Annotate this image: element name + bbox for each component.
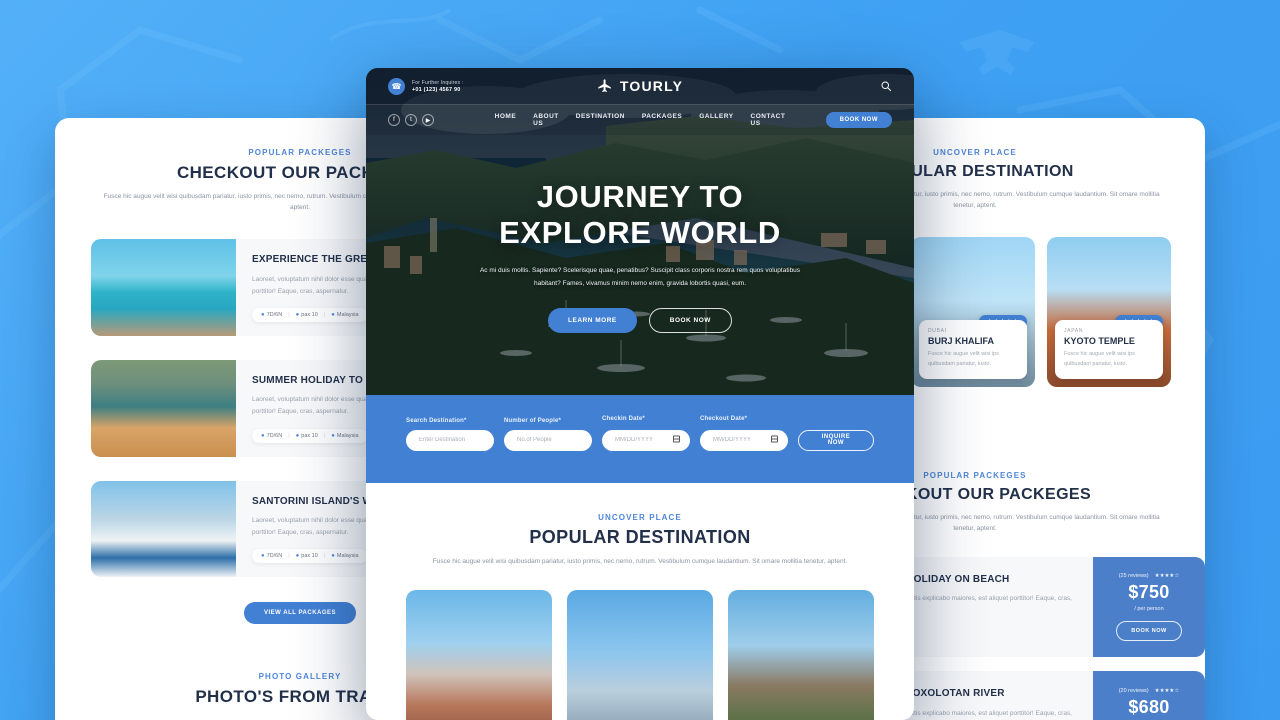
package-duration: 7D/6N (266, 432, 283, 439)
search-destination-field: Search Destination* (406, 418, 494, 451)
checkin-date-label: Checkin Date* (602, 416, 645, 422)
number-of-people-input[interactable] (504, 429, 592, 451)
destination-country: JAPAN (1064, 327, 1084, 334)
clock-icon: ● (261, 553, 265, 560)
divider: | (323, 553, 326, 560)
clock-icon: ● (261, 432, 265, 439)
nav-item-gallery[interactable]: GALLERY (699, 113, 733, 127)
top-bar: ☎ For Further Inquires : +01 (123) 4567 … (366, 68, 914, 104)
destination-name: KYOTO TEMPLE (1064, 335, 1135, 346)
search-destination-input[interactable] (406, 429, 494, 451)
divider: | (288, 432, 290, 439)
center-destination-gallery (406, 590, 874, 720)
destination-country: DUBAI (928, 327, 947, 334)
package-pax: pax 10 (301, 311, 318, 318)
package-place: Malaysia (336, 553, 359, 560)
price-card-reviews: (20 reviews) (1118, 687, 1149, 694)
package-meta: ● 7D/6N | ● pax 10 | ● Malaysia (252, 428, 368, 443)
hero-content: JOURNEY TO EXPLORE WORLD Ac mi duis moll… (366, 135, 914, 334)
package-image (91, 480, 236, 578)
contact-number: +01 (123) 4567 90 (412, 86, 461, 93)
learn-more-button[interactable]: LEARN MORE (548, 308, 637, 334)
price-card-book-button[interactable]: BOOK NOW (1116, 621, 1182, 642)
checkin-date-field: Checkin Date* (602, 416, 690, 451)
package-place: Malaysia (336, 432, 359, 439)
destination-description: Fusce hic augue velit wisi ips quibusdam… (928, 350, 999, 367)
number-of-people-label: Number of People* (504, 417, 562, 424)
checkout-date-label: Checkout Date* (700, 416, 748, 422)
destination-name: BURJ KHALIFA (928, 335, 995, 346)
center-destination-title: POPULAR DESTINATION (529, 526, 751, 547)
hero-title-line-1: JOURNEY TO (536, 179, 744, 214)
search-icon[interactable] (880, 80, 892, 92)
price-card-amount: $750 (1128, 582, 1170, 603)
contact-label: For Further Inquires : (412, 79, 464, 86)
people-icon: ● (295, 432, 300, 439)
hero-title-line-2: EXPLORE WORLD (499, 214, 781, 250)
search-destination-label: Search Destination* (406, 417, 467, 424)
center-destination-subtitle: Fusce hic augue velit wisi quibusdam par… (432, 557, 848, 565)
center-destination-eyebrow: UNCOVER PLACE (598, 512, 682, 522)
hero-paragraph: Ac mi duis mollis. Sapiente? Scelerisque… (479, 266, 801, 287)
price-card-stars: ★★★★☆ (1154, 687, 1180, 694)
facebook-icon[interactable]: f (388, 114, 400, 126)
divider: | (288, 553, 290, 560)
inquire-now-button[interactable]: INQUIRE NOW (798, 429, 874, 451)
destination-photo-burj-khalifa[interactable] (567, 590, 713, 720)
package-duration: 7D/6N (266, 553, 283, 560)
nav-links: HOME ABOUT US DESTINATION PACKAGES GALLE… (495, 113, 786, 127)
divider: | (323, 432, 326, 439)
package-duration: 7D/6N (266, 311, 283, 318)
destination-photo-venice[interactable] (406, 590, 552, 720)
checkin-date-input[interactable] (602, 429, 690, 451)
destination-description: Fusce hic augue velit wisi ips quibusdam… (1064, 350, 1135, 367)
nav-item-about-us[interactable]: ABOUT US (533, 113, 559, 127)
view-all-packages-button[interactable]: VIEW ALL PACKAGES (243, 602, 357, 625)
twitter-icon[interactable]: t (405, 114, 417, 126)
checkout-date-input[interactable] (700, 429, 788, 451)
package-meta: ● 7D/6N | ● pax 10 | ● Malaysia (252, 307, 368, 322)
contact-info[interactable]: ☎ For Further Inquires : +01 (123) 4567 … (388, 77, 464, 95)
brand-logo[interactable]: TOURLY (597, 78, 683, 94)
destination-card[interactable]: ★★★★★ JAPAN KYOTO TEMPLE Fusce hic augue… (1047, 237, 1171, 388)
nav-bar: f t ▶ HOME ABOUT US DESTINATION PACKAGES… (366, 104, 914, 135)
destination-card[interactable]: ★★★★★ DUBAI BURJ KHALIFA Fusce hic augue… (911, 237, 1035, 388)
package-pax: pax 10 (301, 553, 318, 560)
nav-item-home[interactable]: HOME (495, 113, 517, 127)
pin-icon: ● (331, 432, 335, 439)
brand-name: TOURLY (619, 78, 684, 94)
pin-icon: ● (331, 553, 335, 560)
clock-icon: ● (261, 311, 265, 318)
hero-section: ☎ For Further Inquires : +01 (123) 4567 … (366, 68, 914, 395)
nav-item-destination[interactable]: DESTINATION (576, 113, 625, 127)
phone-icon: ☎ (388, 77, 405, 95)
package-pax: pax 10 (301, 432, 318, 439)
center-destination-section: UNCOVER PLACE POPULAR DESTINATION Fusce … (366, 483, 914, 720)
package-image (91, 359, 236, 457)
checkout-date-field: Checkout Date* (700, 416, 788, 451)
people-icon: ● (295, 311, 300, 318)
nav-book-now-button[interactable]: BOOK NOW (825, 112, 892, 128)
divider: | (323, 311, 326, 318)
divider: | (288, 311, 290, 318)
airplane-icon (598, 79, 611, 92)
social-links: f t ▶ (388, 114, 434, 126)
nav-item-contact-us[interactable]: CONTACT US (751, 113, 786, 127)
pin-icon: ● (331, 311, 335, 318)
package-meta: ● 7D/6N | ● pax 10 | ● Malaysia (252, 549, 368, 564)
price-card-stars: ★★★★☆ (1154, 573, 1180, 580)
destination-photo-kyoto-temple[interactable] (728, 590, 874, 720)
nav-item-packages[interactable]: PACKAGES (642, 113, 682, 127)
package-place: Malaysia (336, 311, 359, 318)
package-image (91, 239, 236, 336)
price-card-per: / per person (1134, 606, 1164, 613)
people-icon: ● (295, 553, 300, 560)
booking-search-bar: Search Destination* Number of People* Ch… (366, 395, 914, 483)
price-card-amount: $680 (1128, 696, 1170, 717)
youtube-icon[interactable]: ▶ (422, 114, 434, 126)
focused-page-center: ☎ For Further Inquires : +01 (123) 4567 … (366, 68, 914, 720)
hero-book-now-button[interactable]: BOOK NOW (648, 308, 732, 334)
price-card-reviews: (25 reviews) (1118, 573, 1149, 580)
number-of-people-field: Number of People* (504, 418, 592, 451)
